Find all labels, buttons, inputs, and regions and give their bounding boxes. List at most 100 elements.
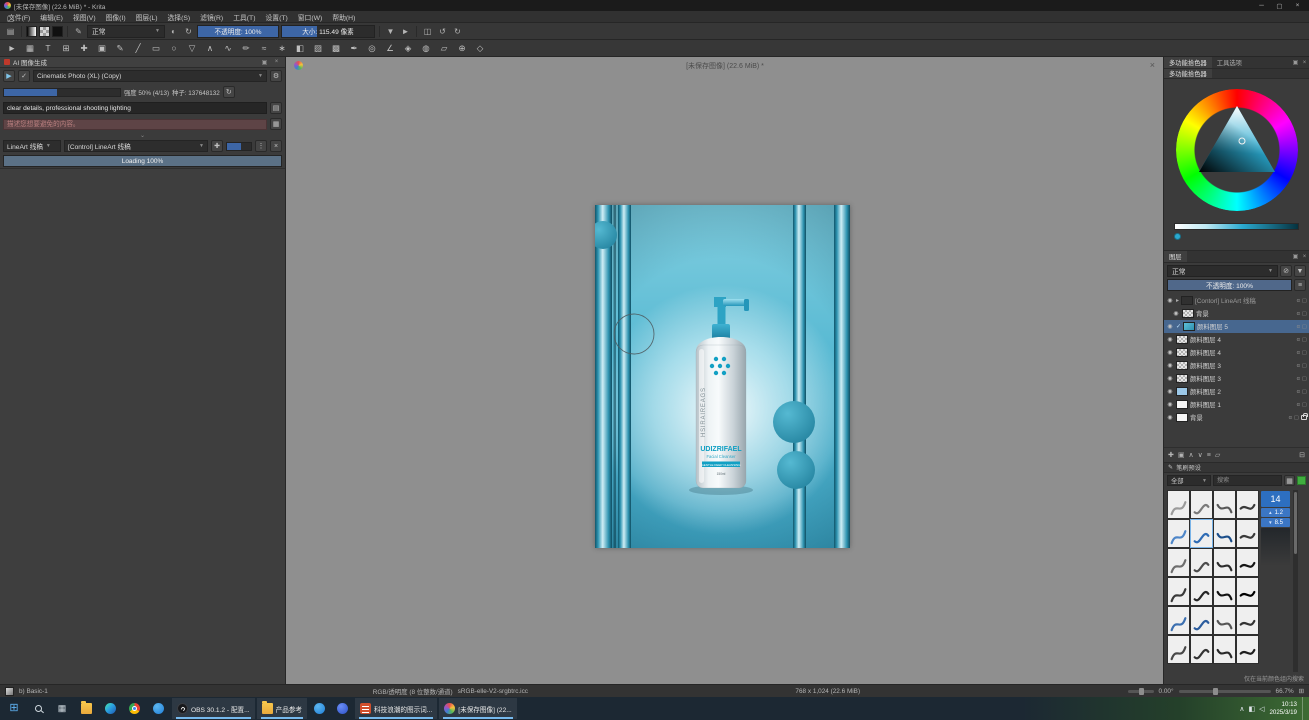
- prompt-input[interactable]: [3, 102, 267, 114]
- gradient-tool[interactable]: ▨: [310, 41, 326, 55]
- taskbar-clock[interactable]: 10:13 2025/3/19: [1269, 701, 1297, 716]
- move-layer-up-button[interactable]: ∧: [1189, 451, 1194, 459]
- float-docker-icon[interactable]: ▣: [260, 59, 269, 66]
- active-tag-swatch[interactable]: [1297, 476, 1306, 485]
- mirror-icon[interactable]: ◫: [421, 25, 434, 38]
- inherit-alpha-icon[interactable]: α: [1297, 389, 1300, 395]
- gradient-tool-icon[interactable]: ▼: [384, 25, 397, 38]
- measure-tool[interactable]: ∠: [382, 41, 398, 55]
- layer-row[interactable]: ◉颜料图层 3α▢: [1164, 359, 1309, 372]
- layer-row[interactable]: ◉▸[Contorl] LineArt 线稿α▢: [1164, 294, 1309, 307]
- preset-search-input[interactable]: [1213, 475, 1282, 486]
- reload-preset-icon[interactable]: ↻: [182, 25, 195, 38]
- slides-window-button[interactable]: 科技浪潮的图示词...: [355, 698, 437, 719]
- layer-row[interactable]: ◉背景α▢: [1164, 307, 1309, 320]
- subtab-color-selector[interactable]: 多功能拾色器: [1164, 69, 1212, 78]
- brush-editor-icon[interactable]: ✎: [72, 25, 85, 38]
- canvas-rotation-slider[interactable]: [1128, 690, 1154, 693]
- layer-filter-icon[interactable]: ▼: [1294, 265, 1306, 277]
- layer-style-icon[interactable]: ▢: [1302, 337, 1307, 343]
- media-app-button[interactable]: [146, 697, 170, 720]
- obs-window-button[interactable]: OBS 30.1.2 - 配置...: [172, 698, 255, 719]
- negative-prompt-input[interactable]: [3, 119, 267, 130]
- menu-item[interactable]: 选择(S): [163, 12, 196, 22]
- brush-preset-cell[interactable]: [1190, 519, 1213, 548]
- layer-style-icon[interactable]: ▢: [1302, 402, 1307, 408]
- menu-item[interactable]: 窗口(W): [293, 12, 328, 22]
- layer-style-icon[interactable]: ▢: [1294, 415, 1299, 421]
- brush-preset-cell[interactable]: [1236, 490, 1259, 519]
- maximize-button[interactable]: ▢: [1272, 2, 1287, 10]
- brush-preset-cell[interactable]: [1167, 577, 1190, 606]
- zoom-tool[interactable]: ⊕: [454, 41, 470, 55]
- add-control-icon[interactable]: ✚: [211, 140, 223, 152]
- arrow-icon[interactable]: ►: [399, 25, 412, 38]
- menu-item[interactable]: 设置(T): [260, 12, 292, 22]
- queue-icon[interactable]: ▤: [270, 102, 282, 114]
- layer-visibility-icon[interactable]: ◉: [1166, 401, 1174, 408]
- layer-style-icon[interactable]: ▢: [1302, 298, 1307, 304]
- opacity-slider[interactable]: 不透明度: 100%: [197, 25, 279, 38]
- open-document-icon[interactable]: ▤: [4, 25, 17, 38]
- menu-item[interactable]: 图像(I): [101, 12, 131, 22]
- line-tool[interactable]: ╱: [130, 41, 146, 55]
- brush-preset-cell[interactable]: [1190, 490, 1213, 519]
- float-docker-icon[interactable]: ▣: [1291, 59, 1300, 66]
- menu-item[interactable]: 帮助(H): [327, 12, 360, 22]
- brush-preset-cell[interactable]: [1213, 606, 1236, 635]
- control-layer-dropdown[interactable]: [Control] LineArt 线稿 ▼: [64, 140, 208, 152]
- close-docker-icon[interactable]: ×: [1300, 60, 1309, 66]
- inherit-alpha-icon[interactable]: α: [1297, 324, 1300, 330]
- shade-strip[interactable]: [1174, 223, 1299, 230]
- brush-preset-cell[interactable]: [1236, 548, 1259, 577]
- layer-row[interactable]: ◉✓颜料图层 5α▢: [1164, 320, 1309, 333]
- dynamic-brush-tool[interactable]: ≈: [256, 41, 272, 55]
- colorize-mask-tool[interactable]: ◍: [418, 41, 434, 55]
- history-icon[interactable]: ▦: [270, 118, 282, 130]
- inherit-alpha-icon[interactable]: α: [1297, 298, 1300, 304]
- foreground-color-chip[interactable]: [52, 26, 63, 37]
- blend-mode-dropdown[interactable]: 正常 ▼: [87, 25, 165, 38]
- ellipse-tool[interactable]: ○: [166, 41, 182, 55]
- pattern-chooser[interactable]: [39, 26, 50, 37]
- pan-tool[interactable]: ◇: [472, 41, 488, 55]
- fill-tool[interactable]: ◧: [292, 41, 308, 55]
- freehand-brush-tool[interactable]: ✎: [112, 41, 128, 55]
- brush-preset-cell[interactable]: [1236, 577, 1259, 606]
- close-docker-icon[interactable]: ×: [272, 59, 281, 65]
- artwork-image[interactable]: HSIRAIREAGS UDIZRIFAEL Facial Cleanser G…: [595, 205, 850, 548]
- brush-preset-cell[interactable]: [1213, 548, 1236, 577]
- layer-row[interactable]: ◉颜料图层 4α▢: [1164, 346, 1309, 359]
- brush-preset-cell[interactable]: [1190, 577, 1213, 606]
- brush-preset-cell[interactable]: [1213, 490, 1236, 519]
- multibrush-tool[interactable]: ∗: [274, 41, 290, 55]
- presets-scrollbar[interactable]: [1293, 490, 1298, 672]
- volume-icon[interactable]: ◁: [1259, 705, 1264, 713]
- crop-tool[interactable]: ▣: [94, 41, 110, 55]
- view-mode-icon[interactable]: ▦: [1284, 475, 1295, 486]
- style-dropdown[interactable]: Cinematic Photo (XL) (Copy) ▼: [33, 70, 267, 82]
- layer-row[interactable]: ◉颜料图层 1α▢: [1164, 398, 1309, 411]
- move-tool[interactable]: ✚: [76, 41, 92, 55]
- layer-menu-icon[interactable]: ≡: [1294, 279, 1306, 291]
- brush-preset-cell[interactable]: [1213, 519, 1236, 548]
- minimize-button[interactable]: ─: [1254, 2, 1269, 9]
- layer-style-icon[interactable]: ▢: [1302, 376, 1307, 382]
- canvas-area[interactable]: [未保存图像] (22.6 MiB) * ×: [287, 57, 1163, 684]
- inherit-alpha-icon[interactable]: α: [1297, 350, 1300, 356]
- inherit-alpha-icon[interactable]: α: [1297, 402, 1300, 408]
- polygon-tool[interactable]: ▽: [184, 41, 200, 55]
- krita-window-button[interactable]: [未保存图像] (22...: [439, 698, 517, 719]
- saturation-triangle[interactable]: [1176, 89, 1298, 211]
- layer-style-icon[interactable]: ▢: [1302, 324, 1307, 330]
- start-button[interactable]: ⊞: [2, 697, 26, 720]
- inherit-alpha-icon[interactable]: α: [1297, 311, 1300, 317]
- duplicate-layer-button[interactable]: ▱: [1215, 451, 1220, 459]
- control-strength-slider[interactable]: [226, 142, 252, 151]
- show-desktop-button[interactable]: [1302, 697, 1305, 720]
- tag-filter-dropdown[interactable]: 全部 ▼: [1167, 475, 1211, 486]
- gradient-chooser[interactable]: [26, 26, 37, 37]
- delete-layer-button[interactable]: ⊟: [1299, 451, 1305, 459]
- bezier-tool[interactable]: ∿: [220, 41, 236, 55]
- tab-layers[interactable]: 图层: [1164, 251, 1187, 262]
